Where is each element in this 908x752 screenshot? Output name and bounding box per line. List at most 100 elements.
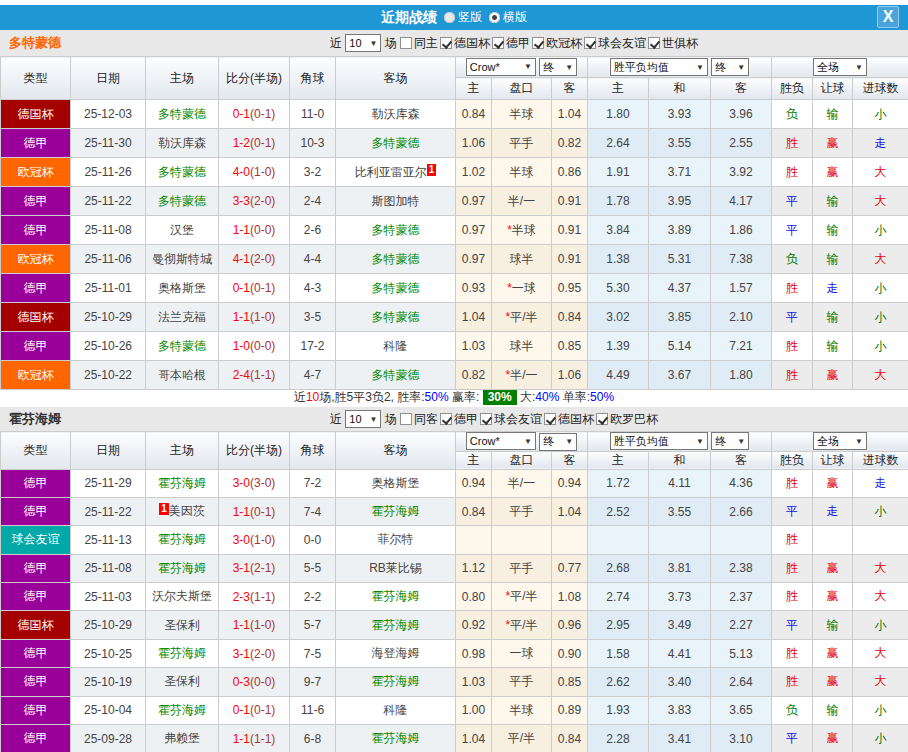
avg-odds-select[interactable]: 胜平负均值▼: [610, 432, 708, 450]
handicap-result-cell: 走: [813, 274, 853, 303]
result-cell: 负: [772, 100, 813, 129]
league-cell: 欧冠杯: [1, 245, 71, 274]
avg-home-cell: 2.95: [588, 611, 649, 639]
match-row: 德甲25-11-08霍芬海姆3-1(2-1)5-5RB莱比锡1.12平手0.77…: [1, 554, 908, 582]
column-subheader: 和: [649, 451, 711, 469]
match-row: 德甲25-11-03沃尔夫斯堡2-3(1-1)2-2霍芬海姆0.80*平/半1.…: [1, 583, 908, 611]
odds-stage-select[interactable]: 终▼: [539, 58, 577, 76]
match-row: 德甲25-11-22多特蒙德3-3(2-0)2-4斯图加特0.97半/一0.91…: [1, 187, 908, 216]
odds-away-cell: 0.85: [552, 668, 588, 696]
league-filter-checkbox[interactable]: 德国杯: [440, 35, 490, 52]
avg-home-cell: 4.49: [588, 361, 649, 390]
checkbox-icon[interactable]: [400, 37, 412, 49]
handicap-result-cell: 赢: [813, 129, 853, 158]
radio-horizontal[interactable]: 横版: [489, 9, 527, 26]
date-cell: 25-10-29: [71, 303, 146, 332]
avg-home-cell: 2.52: [588, 497, 649, 525]
checkbox-icon[interactable]: [492, 37, 504, 49]
avg-draw-cell: 3.67: [649, 361, 711, 390]
league-filter-checkbox[interactable]: 世俱杯: [648, 35, 698, 52]
corners-cell: 6-8: [290, 725, 336, 752]
result-cell: 胜: [772, 469, 813, 497]
avg-away-cell: 7.38: [711, 245, 772, 274]
avg-away-cell: 1.57: [711, 274, 772, 303]
radio-vertical-icon[interactable]: [444, 12, 455, 23]
handicap-result-cell: [813, 526, 853, 554]
avg-home-cell: 1.58: [588, 639, 649, 667]
checkbox-icon[interactable]: [596, 413, 608, 425]
corners-cell: 2-6: [290, 216, 336, 245]
checkbox-icon[interactable]: [584, 37, 596, 49]
team-name: 霍芬海姆: [9, 410, 61, 428]
league-filter-checkbox[interactable]: 德甲: [440, 411, 478, 428]
avg-away-cell: 2.66: [711, 497, 772, 525]
away-team-cell: 科隆: [336, 696, 456, 724]
column-header: 角球: [290, 432, 336, 470]
odds-provider-select[interactable]: Crow*▼: [466, 432, 536, 450]
recent-count-select[interactable]: 10▼: [345, 410, 381, 428]
league-filter-checkbox[interactable]: 德国杯: [544, 411, 594, 428]
league-filter-checkbox[interactable]: 德甲: [492, 35, 530, 52]
avg-odds-select[interactable]: 胜平负均值▼: [610, 58, 708, 76]
scope-select[interactable]: 全场▼: [813, 432, 867, 450]
same-venue-checkbox[interactable]: 同客: [400, 411, 438, 428]
score-cell: 3-3(2-0): [219, 187, 290, 216]
chevron-down-icon: ▼: [565, 63, 573, 72]
checkbox-icon[interactable]: [532, 37, 544, 49]
home-team-cell: 霍芬海姆: [146, 469, 219, 497]
radio-vertical[interactable]: 竖版: [444, 9, 482, 26]
checkbox-icon[interactable]: [544, 413, 556, 425]
match-row: 德甲25-09-28弗赖堡1-1(1-1)6-8霍芬海姆1.04平/半0.842…: [1, 725, 908, 752]
recent-count-select[interactable]: 10▼: [345, 34, 381, 52]
close-button[interactable]: X: [877, 6, 899, 28]
date-cell: 25-11-08: [71, 216, 146, 245]
away-team-cell: 海登海姆: [336, 639, 456, 667]
away-team-cell: 多特蒙德: [336, 274, 456, 303]
home-team-cell: 弗赖堡: [146, 725, 219, 752]
win-rate-badge: 30%: [483, 390, 517, 405]
match-filter: 近 10▼ 场 同客德甲球会友谊德国杯欧罗巴杯: [330, 410, 660, 428]
odds-away-cell: 0.91: [552, 245, 588, 274]
odds-home-cell: 0.80: [456, 583, 492, 611]
chevron-down-icon: ▼: [855, 437, 863, 446]
score-cell: 1-1(0-1): [219, 497, 290, 525]
league-cell: 德甲: [1, 497, 71, 525]
chevron-down-icon: ▼: [369, 39, 377, 48]
odds-home-cell: 0.92: [456, 611, 492, 639]
avg-stage-select[interactable]: 终▼: [711, 432, 749, 450]
column-header: 日期: [71, 57, 146, 100]
same-venue-checkbox[interactable]: 同主: [400, 35, 438, 52]
away-team-cell: 菲尔特: [336, 526, 456, 554]
away-team-cell: 多特蒙德: [336, 361, 456, 390]
league-filter-checkbox[interactable]: 欧冠杯: [532, 35, 582, 52]
league-cell: 德国杯: [1, 303, 71, 332]
league-filter-checkbox[interactable]: 球会友谊: [480, 411, 542, 428]
avg-draw-cell: 4.37: [649, 274, 711, 303]
goals-result-cell: 大: [853, 668, 908, 696]
checkbox-icon[interactable]: [400, 413, 412, 425]
scope-select[interactable]: 全场▼: [813, 58, 867, 76]
avg-away-cell: 3.96: [711, 100, 772, 129]
odds-away-cell: 0.89: [552, 696, 588, 724]
checkbox-icon[interactable]: [440, 413, 452, 425]
odds-stage-select[interactable]: 终▼: [539, 433, 577, 451]
handicap-cell: 平手: [492, 668, 552, 696]
league-filter-checkbox[interactable]: 球会友谊: [584, 35, 646, 52]
column-subheader: 进球数: [853, 78, 908, 100]
avg-stage-select[interactable]: 终▼: [711, 58, 749, 76]
date-cell: 25-11-03: [71, 583, 146, 611]
odds-away-cell: 0.82: [552, 129, 588, 158]
odds-home-cell: 0.84: [456, 497, 492, 525]
handicap-cell: *半球: [492, 216, 552, 245]
column-subheader: 主: [456, 78, 492, 100]
column-subheader: 主: [588, 451, 649, 469]
odds-home-cell: 0.97: [456, 245, 492, 274]
league-filter-checkbox[interactable]: 欧罗巴杯: [596, 411, 658, 428]
checkbox-icon[interactable]: [480, 413, 492, 425]
radio-horizontal-icon[interactable]: [489, 12, 500, 23]
odds-provider-select[interactable]: Crow*▼: [466, 58, 536, 76]
checkbox-icon[interactable]: [440, 37, 452, 49]
checkbox-icon[interactable]: [648, 37, 660, 49]
corners-cell: 5-5: [290, 554, 336, 582]
league-cell: 德国杯: [1, 100, 71, 129]
